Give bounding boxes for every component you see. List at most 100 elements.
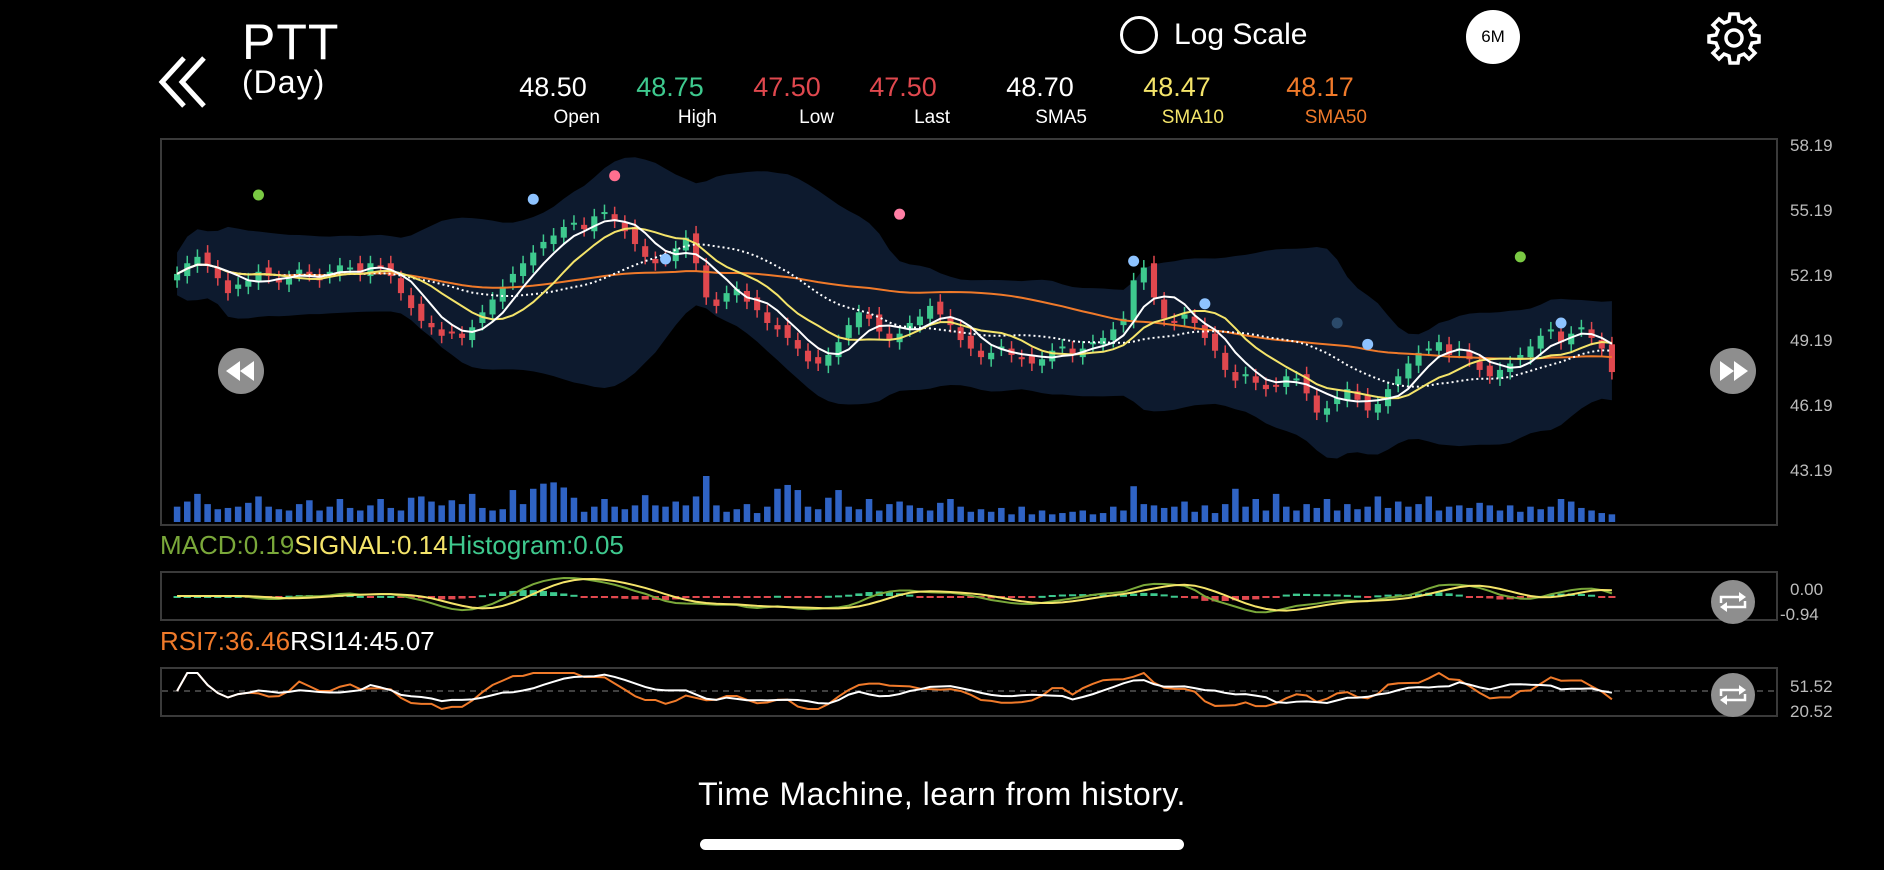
volume-bar: [346, 507, 354, 522]
macd-histogram-bar: [580, 596, 588, 598]
bollinger-band: [177, 157, 1612, 459]
macd-histogram-bar: [946, 596, 955, 598]
volume-bar: [1547, 506, 1555, 522]
candle-body: [204, 252, 211, 266]
macd-tick: -0.94: [1780, 605, 1819, 624]
fast-forward-button[interactable]: [1710, 348, 1756, 394]
volume-bar: [713, 505, 720, 522]
log-scale-label: Log Scale: [1174, 18, 1308, 51]
volume-bar: [1425, 496, 1432, 522]
macd-histogram-bar: [1353, 595, 1362, 598]
rewind-button[interactable]: [218, 348, 264, 394]
macd-histogram-bar: [458, 596, 466, 599]
candle-body: [764, 312, 771, 323]
macd-histogram-bar: [1140, 592, 1148, 596]
rsi-chart[interactable]: [160, 667, 1778, 717]
candle-body: [794, 340, 801, 349]
macd-tick: 0.00: [1790, 580, 1824, 599]
range-6m-button[interactable]: 6M: [1466, 10, 1520, 64]
candle-body: [560, 226, 567, 238]
macd-histogram-bar: [1292, 593, 1301, 596]
candle-body: [1232, 372, 1239, 381]
volume-bar: [896, 501, 903, 522]
macd-histogram-bar: [1608, 596, 1616, 598]
sync-icon: [1719, 592, 1747, 612]
volume-bar: [326, 506, 333, 522]
price-chart[interactable]: [160, 138, 1778, 526]
volume-bar: [784, 484, 791, 522]
macd-histogram-bar: [855, 593, 863, 596]
volume-bar: [1181, 501, 1188, 522]
candle-body: [1161, 299, 1168, 319]
volume-bar: [234, 506, 242, 522]
volume-bar: [814, 509, 822, 522]
volume-bar: [560, 487, 568, 522]
rsi7-value: RSI7:36.46: [160, 626, 291, 656]
log-scale-toggle[interactable]: Log Scale: [1120, 14, 1307, 56]
candle-body: [1252, 376, 1259, 383]
volume-bar: [499, 509, 506, 522]
volume-bar: [835, 490, 842, 522]
macd-histogram-bar: [1476, 596, 1484, 598]
volume-bar: [1303, 504, 1310, 522]
volume-bar: [723, 511, 730, 522]
volume-bar: [458, 504, 466, 522]
stat-label: High: [677, 107, 717, 128]
candle-body: [397, 278, 405, 294]
candle-body: [1395, 376, 1402, 385]
stat-value: 47.50: [869, 72, 937, 102]
radio-icon[interactable]: [1120, 16, 1158, 54]
macd-histogram-bar: [1486, 596, 1494, 599]
candle-body: [1486, 365, 1493, 377]
volume-bar: [519, 504, 527, 522]
stat-label: Last: [914, 107, 950, 128]
candle-body: [693, 233, 700, 264]
macd-histogram-bar: [1364, 596, 1372, 598]
candle-body: [937, 301, 944, 315]
macd-histogram-bar: [773, 595, 782, 598]
volume-bar: [214, 509, 222, 522]
volume-bar: [1028, 514, 1036, 522]
volume-bar: [1008, 514, 1015, 522]
rsi-tick: 51.52: [1790, 677, 1833, 696]
macd-histogram-bar: [570, 594, 578, 597]
volume-bar: [1171, 506, 1178, 522]
volume-bar: [204, 504, 211, 522]
volume-bar: [1272, 493, 1280, 522]
volume-bar: [875, 510, 883, 522]
volume-bar: [306, 500, 313, 522]
rsi-sync-button[interactable]: [1711, 673, 1755, 717]
stat-label: SMA5: [1035, 107, 1087, 128]
macd-chart[interactable]: [160, 571, 1778, 621]
macd-histogram-bar: [1048, 595, 1056, 598]
macd-sync-button[interactable]: [1711, 580, 1755, 624]
volume-bar: [662, 506, 669, 522]
candle-body: [1608, 344, 1615, 373]
candle-body: [631, 226, 639, 245]
macd-histogram-bar: [621, 596, 629, 599]
macd-histogram-bar: [1191, 596, 1199, 599]
candle-body: [1547, 329, 1554, 332]
volume-bar: [1293, 510, 1300, 522]
volume-bar: [1578, 507, 1585, 522]
volume-bar: [947, 499, 954, 522]
volume-bar: [1211, 513, 1219, 522]
volume-bar: [916, 507, 924, 522]
volume-bar: [580, 511, 588, 522]
macd-histogram-bar: [702, 596, 710, 598]
gear-icon[interactable]: [1706, 10, 1762, 66]
stat-value: 48.75: [636, 72, 704, 102]
volume-bar: [1588, 510, 1595, 522]
macd-histogram-bar: [865, 592, 873, 596]
home-indicator[interactable]: [700, 839, 1184, 850]
volume-bar: [702, 476, 710, 522]
macd-histogram-bar: [1252, 596, 1260, 600]
stat-value: 47.50: [753, 72, 821, 102]
back-chevron-icon[interactable]: [158, 52, 212, 112]
candle-body: [652, 258, 659, 264]
candle-body: [224, 280, 232, 294]
stat-value: 48.50: [519, 72, 587, 102]
volume-bar: [1048, 514, 1056, 522]
candle-body: [957, 327, 964, 341]
volume-bar: [184, 501, 191, 522]
